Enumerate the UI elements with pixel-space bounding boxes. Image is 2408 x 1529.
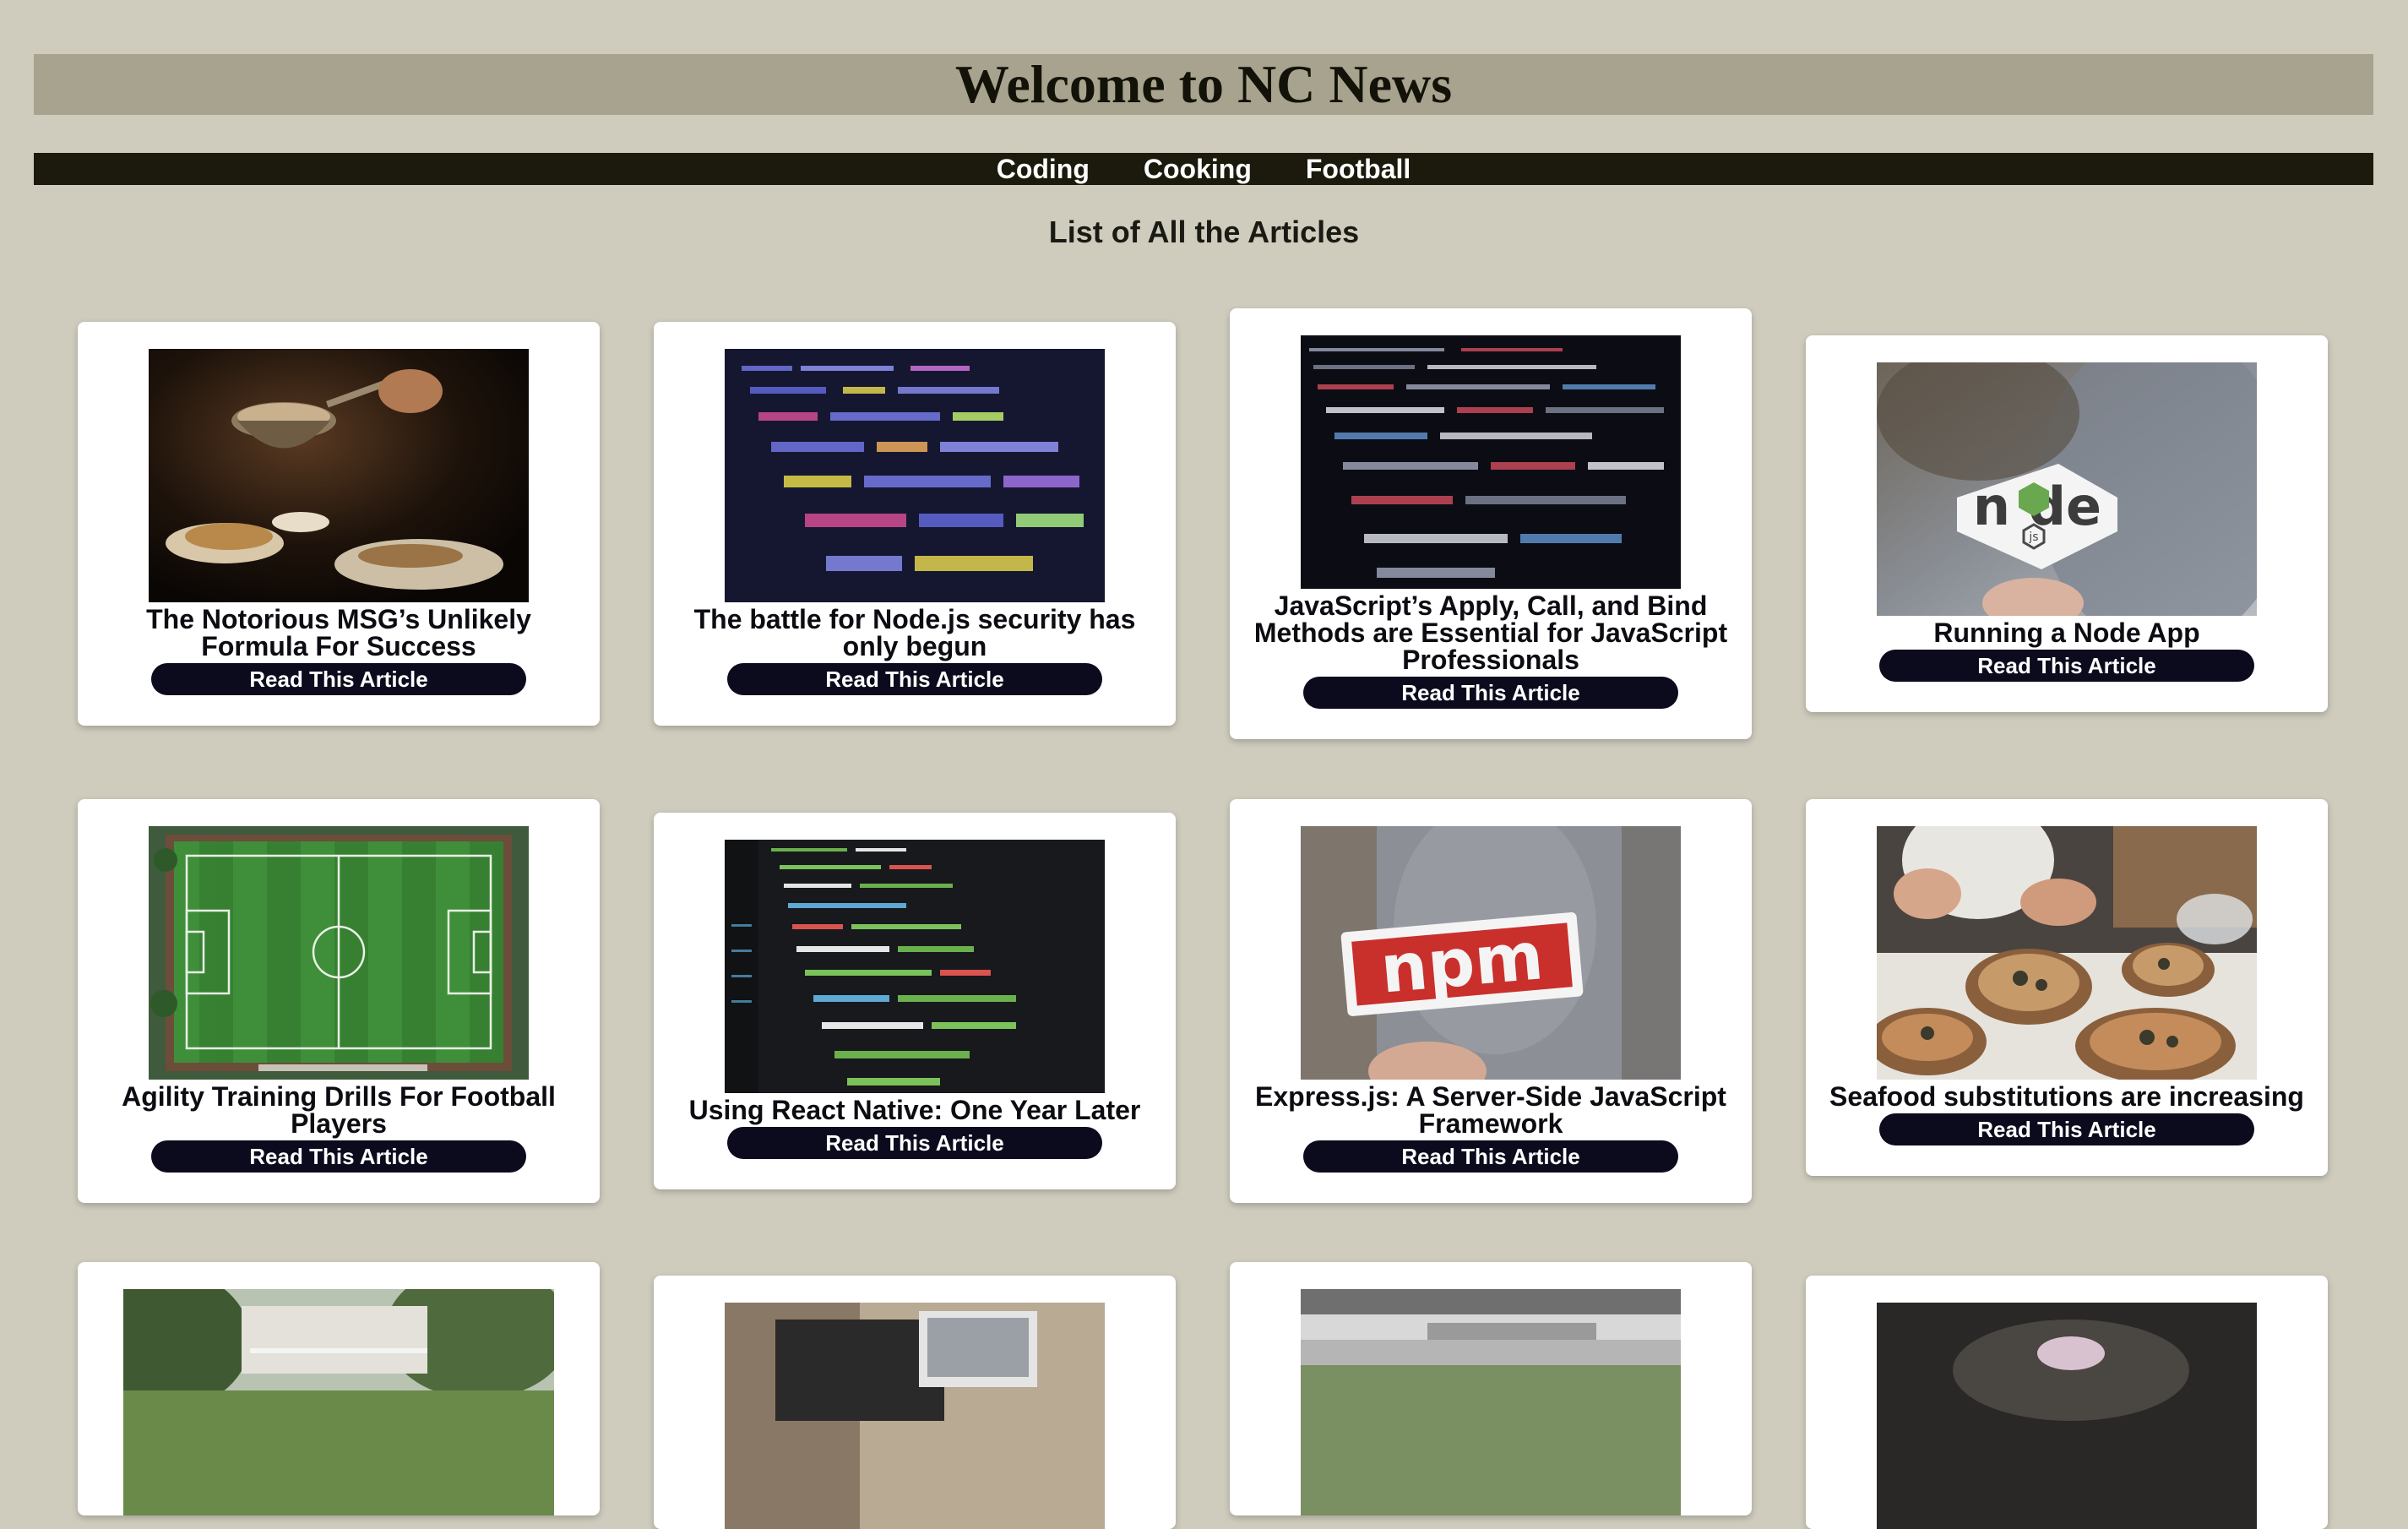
article-card: JavaScript’s Apply, Call, and Bind Metho… — [1230, 308, 1752, 739]
svg-text:js: js — [2028, 531, 2038, 544]
article-title[interactable]: Express.js: A Server-Side JavaScript Fra… — [1243, 1083, 1738, 1137]
article-title[interactable]: Using React Native: One Year Later — [689, 1096, 1141, 1124]
article-image[interactable] — [725, 1303, 1105, 1529]
football-pitch-aerial-photo — [149, 826, 529, 1080]
article-image[interactable] — [123, 1289, 554, 1515]
article-card — [1806, 1276, 2328, 1529]
article-card: Using React Native: One Year Later Read … — [654, 813, 1176, 1189]
article-image[interactable] — [1301, 1289, 1681, 1515]
svg-text:npm: npm — [1378, 918, 1546, 1008]
read-article-button[interactable]: Read This Article — [1303, 677, 1678, 709]
nav-link-coding[interactable]: Coding — [997, 155, 1090, 182]
code-screen-photo — [725, 349, 1105, 602]
article-title[interactable]: Running a Node App — [1933, 619, 2199, 646]
read-article-button[interactable]: Read This Article — [1879, 1113, 2254, 1145]
article-title[interactable]: JavaScript’s Apply, Call, and Bind Metho… — [1243, 592, 1738, 673]
football-goal-photo — [123, 1289, 554, 1515]
site-title: Welcome to NC News — [954, 54, 1453, 114]
code-closeup-photo — [1301, 335, 1681, 589]
nav-link-cooking[interactable]: Cooking — [1144, 155, 1252, 182]
article-image[interactable]: n de js — [1877, 362, 2257, 616]
article-card: The Notorious MSG’s Unlikely Formula For… — [78, 322, 600, 726]
laptop-desk-photo — [725, 1303, 1105, 1529]
nav-link-football[interactable]: Football — [1306, 155, 1411, 182]
article-card — [654, 1276, 1176, 1529]
article-image[interactable] — [725, 840, 1105, 1093]
chef-plating-photo — [1877, 826, 2257, 1080]
read-article-button[interactable]: Read This Article — [727, 663, 1102, 695]
article-title[interactable]: Seafood substitutions are increasing — [1829, 1083, 2304, 1110]
article-card: n de js Running a Node App Read This Art… — [1806, 335, 2328, 712]
topic-nav: Coding Cooking Football — [34, 153, 2373, 185]
read-article-button[interactable]: Read This Article — [151, 663, 526, 695]
page-subtitle: List of All the Articles — [1048, 215, 1360, 249]
article-image[interactable] — [149, 349, 529, 602]
article-card: Agility Training Drills For Football Pla… — [78, 799, 600, 1203]
article-title[interactable]: Agility Training Drills For Football Pla… — [91, 1083, 586, 1137]
node-logo-sticker-photo: n de js — [1877, 362, 2257, 616]
cooking-pan-photo — [149, 349, 529, 602]
code-editor-photo — [725, 840, 1105, 1093]
article-title[interactable]: The battle for Node.js security has only… — [667, 606, 1162, 660]
article-card: npm Express.js: A Server-Side JavaScript… — [1230, 799, 1752, 1203]
blurred-food-photo — [1877, 1303, 2257, 1529]
site-header: Welcome to NC News — [34, 54, 2373, 115]
article-card: The battle for Node.js security has only… — [654, 322, 1176, 726]
article-card — [78, 1262, 600, 1515]
article-image[interactable] — [1301, 335, 1681, 589]
article-image[interactable] — [725, 349, 1105, 602]
article-image[interactable]: npm — [1301, 826, 1681, 1080]
read-article-button[interactable]: Read This Article — [1879, 650, 2254, 682]
article-card: Seafood substitutions are increasing Rea… — [1806, 799, 2328, 1176]
article-card — [1230, 1262, 1752, 1515]
read-article-button[interactable]: Read This Article — [1303, 1140, 1678, 1173]
article-image[interactable] — [1877, 826, 2257, 1080]
article-image[interactable] — [1877, 1303, 2257, 1529]
article-image[interactable] — [149, 826, 529, 1080]
npm-logo-sticker-photo: npm — [1301, 826, 1681, 1080]
read-article-button[interactable]: Read This Article — [151, 1140, 526, 1173]
article-title[interactable]: The Notorious MSG’s Unlikely Formula For… — [91, 606, 586, 660]
stadium-photo — [1301, 1289, 1681, 1515]
read-article-button[interactable]: Read This Article — [727, 1127, 1102, 1159]
